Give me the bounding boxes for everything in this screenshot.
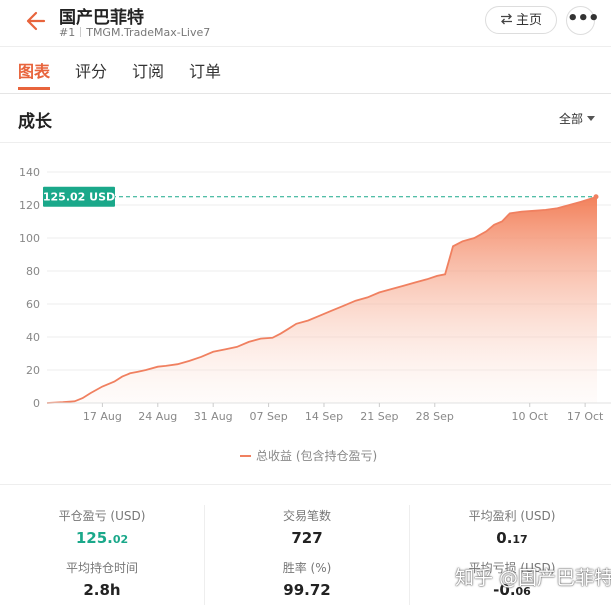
stat-value-main: 99.72	[283, 581, 331, 599]
x-tick-label: 28 Sep	[416, 410, 454, 423]
stat-win-rate: 胜率 (%) 99.72	[207, 559, 407, 599]
more-options-button[interactable]: •••	[566, 6, 600, 35]
stat-avg-profit: 平均盈利 (USD) 0.17	[412, 507, 611, 547]
x-tick-label: 17 Aug	[83, 410, 122, 423]
stat-label: 平仓盈亏 (USD)	[58, 509, 146, 523]
current-value-label: 125.02 USD	[43, 191, 115, 204]
range-dropdown[interactable]: 全部	[559, 110, 596, 127]
app-header: 国产巴菲特 #1 TMGM.TradeMax-Live7 主页 •••	[0, 0, 611, 45]
stat-label: 平均盈利 (USD)	[468, 509, 556, 523]
stat-label: 交易笔数	[282, 509, 331, 523]
y-tick-label: 0	[33, 397, 40, 410]
x-tick-label: 24 Aug	[138, 410, 177, 423]
stat-closed-pnl: 平仓盈亏 (USD) 125.02	[2, 507, 202, 547]
divider	[80, 27, 82, 37]
rank-badge: #1	[59, 26, 76, 39]
swap-arrows-icon	[500, 13, 512, 25]
y-tick-label: 40	[26, 331, 40, 344]
y-tick-label: 140	[19, 166, 40, 179]
range-label: 全部	[559, 112, 584, 126]
caret-down-icon	[587, 116, 596, 121]
x-tick-label: 17 Oct	[567, 410, 604, 423]
account-info: #1 TMGM.TradeMax-Live7	[59, 26, 210, 39]
tab-subscribe[interactable]: 订阅	[132, 58, 164, 82]
x-tick-label: 21 Sep	[360, 410, 398, 423]
tab-rating[interactable]: 评分	[75, 58, 107, 82]
stats-divider	[204, 505, 205, 605]
more-dots-icon: •••	[567, 8, 600, 29]
stat-value-main: 2.8h	[83, 581, 121, 599]
stat-label: 胜率 (%)	[282, 561, 332, 575]
account-server: TMGM.TradeMax-Live7	[86, 26, 211, 39]
stat-value: 0.17	[412, 529, 611, 547]
watermark: 知乎 @国产巴菲特	[455, 567, 611, 589]
x-tick-label: 10 Oct	[511, 410, 548, 423]
x-tick-label: 07 Sep	[249, 410, 287, 423]
y-tick-label: 100	[19, 232, 40, 245]
stat-value-decimal: 02	[112, 533, 129, 546]
tab-chart[interactable]: 图表	[18, 58, 50, 82]
tab-orders[interactable]: 订单	[189, 58, 221, 82]
home-button[interactable]: 主页	[485, 6, 557, 34]
current-value-dot	[593, 194, 599, 200]
stat-value-main: 0.	[496, 529, 513, 547]
stat-value-main: 727	[291, 529, 323, 547]
stats-divider	[409, 505, 410, 605]
stat-value: 99.72	[207, 581, 407, 599]
stat-value-main: 125.	[75, 529, 113, 547]
stat-avg-hold-time: 平均持仓时间 2.8h	[2, 559, 202, 599]
section-divider	[0, 142, 611, 143]
series-area	[47, 196, 597, 403]
y-tick-label: 120	[19, 199, 40, 212]
x-tick-label: 31 Aug	[194, 410, 233, 423]
back-button[interactable]	[24, 10, 46, 32]
page-title: 国产巴菲特	[59, 8, 144, 28]
legend-label: 总收益 (包含持仓盈亏)	[256, 448, 377, 463]
y-tick-label: 20	[26, 364, 40, 377]
home-label: 主页	[515, 13, 542, 28]
stat-trade-count: 交易笔数 727	[207, 507, 407, 547]
section-title: 成长	[18, 112, 52, 132]
growth-chart: 0 20 40 60 80 100 120 140 17 Aug 24 Aug 31 Aug 07 …	[19, 166, 611, 463]
x-tick-label: 14 Sep	[305, 410, 343, 423]
stat-value: 125.02	[2, 529, 202, 547]
arrow-left-icon	[26, 11, 46, 31]
active-tab-indicator	[18, 87, 50, 90]
stat-value-decimal: 17	[512, 533, 528, 546]
stat-label: 平均持仓时间	[65, 561, 138, 575]
stats-panel: 平仓盈亏 (USD) 125.02 交易笔数 727 平均盈利 (USD) 0.…	[0, 484, 611, 616]
tab-bar: 图表 评分 订阅 订单	[0, 46, 611, 94]
y-tick-label: 60	[26, 298, 40, 311]
y-tick-label: 80	[26, 265, 40, 278]
stat-value: 2.8h	[2, 581, 202, 599]
stat-value: 727	[207, 529, 407, 547]
